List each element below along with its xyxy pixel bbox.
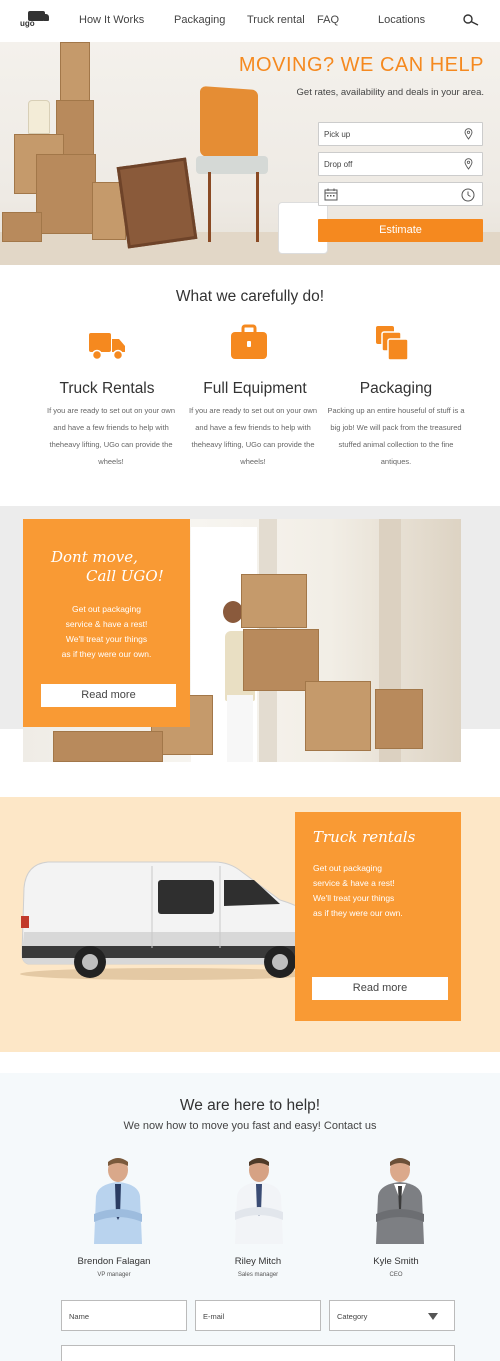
avatar [235, 1158, 283, 1244]
promo-body-line: service & have a rest! [65, 619, 148, 629]
nav-link-truck-rental[interactable]: Truck rental [247, 14, 305, 26]
promo-body-line: as if they were our own. [61, 649, 152, 659]
top-navigation: ugo How It Works Packaging Truck rental … [0, 0, 500, 42]
avatar [94, 1158, 142, 1244]
promo-card-truck-rentals: Truck rentals Get out packaging service … [295, 812, 461, 1021]
service-title-truck-rentals: Truck Rentals [59, 380, 155, 397]
team-member-name: Brendon Falagan [77, 1256, 151, 1267]
promo-heading-line-2: Call UGO! [86, 567, 164, 585]
location-pin-icon [464, 128, 473, 140]
team-member-name: Riley Mitch [234, 1256, 282, 1267]
team-title: We are here to help! [179, 1097, 321, 1114]
service-text-full-equipment: If you are ready to set out on your own … [189, 406, 317, 466]
team-member-role: VP manager [97, 1272, 131, 1278]
promo-body-line: service & have a rest! [313, 878, 395, 888]
chevron-down-icon [428, 1313, 438, 1320]
team-member-name: Kyle Smith [373, 1256, 419, 1267]
ugo-logo[interactable]: ugo [20, 10, 49, 30]
service-title-full-equipment: Full Equipment [203, 380, 307, 397]
toolbox-icon [231, 324, 267, 359]
hero-subtitle: Get rates, availability and deals in you… [296, 87, 484, 98]
nav-link-faq[interactable]: FAQ [317, 14, 339, 26]
email-field[interactable]: E-mail [195, 1300, 321, 1331]
truck-icon [89, 333, 125, 361]
floor-box-image [375, 689, 423, 749]
team-subtitle: We now how to move you fast and easy! Co… [123, 1120, 377, 1132]
floor-box-image [305, 681, 371, 751]
nav-link-locations[interactable]: Locations [378, 14, 425, 26]
promo-truck-body: Get out packaging service & have a rest!… [313, 861, 403, 921]
carried-box-image [241, 574, 307, 628]
promo-heading-line-1: Dont move, [51, 548, 138, 566]
logo-text: ugo [20, 19, 35, 28]
name-placeholder: Name [69, 1312, 90, 1321]
person-pants-image [227, 695, 253, 762]
promo-truck-heading: Truck rentals [313, 828, 416, 846]
team-member-role: CEO [389, 1272, 403, 1278]
promo-body-line: as if they were our own. [313, 908, 403, 918]
category-select[interactable]: Category [329, 1300, 455, 1331]
hero-chair-leg-image [256, 172, 259, 242]
team-member-role: Sales manager [237, 1272, 279, 1278]
hero-picture-frame-image [116, 157, 198, 249]
estimate-button[interactable]: Estimate [318, 219, 483, 242]
service-text-truck-rentals: If you are ready to set out on your own … [47, 406, 175, 466]
promo-body-line: Get out packaging [72, 604, 141, 614]
date-time-input[interactable] [318, 182, 483, 206]
calendar-icon[interactable] [324, 188, 338, 201]
email-placeholder: E-mail [203, 1312, 225, 1321]
category-label: Category [337, 1312, 368, 1321]
hero-chair-leg-image [208, 172, 211, 242]
location-pin-icon [464, 158, 473, 170]
promo-body-line: Get out packaging [313, 863, 382, 873]
service-title-packaging: Packaging [359, 380, 433, 397]
service-text-packaging: Packing up an entire houseful of stuff i… [327, 406, 465, 466]
cargo-van-image [20, 861, 323, 980]
services-title: What we carefully do! [175, 288, 325, 305]
search-icon[interactable] [463, 14, 479, 26]
message-field[interactable] [61, 1345, 455, 1361]
truck-read-more-button[interactable]: Read more [312, 977, 448, 1000]
dropoff-placeholder: Drop off [324, 160, 353, 169]
promo-body: Get out packaging service & have a rest!… [23, 602, 190, 662]
person-hair-image [223, 601, 243, 623]
hero-section: MOVING? WE CAN HELP Get rates, availabil… [0, 42, 500, 265]
hero-lamp-image [28, 100, 50, 134]
dropoff-input[interactable]: Drop off [318, 152, 483, 176]
name-field[interactable]: Name [61, 1300, 187, 1331]
hero-box-image [36, 154, 96, 234]
hero-title: MOVING? WE CAN HELP [238, 54, 484, 76]
avatar [376, 1158, 424, 1244]
pickup-input[interactable]: Pick up [318, 122, 483, 146]
pickup-placeholder: Pick up [324, 130, 351, 139]
nav-link-how-it-works[interactable]: How It Works [79, 14, 144, 26]
promo-body-line: We'll treat your things [65, 634, 148, 644]
nav-link-packaging[interactable]: Packaging [174, 14, 225, 26]
clock-icon[interactable] [461, 188, 475, 202]
hero-box-image [2, 212, 42, 242]
promo-card-dont-move: Dont move, Call UGO! Get out packaging s… [23, 519, 190, 727]
floor-box-image [53, 731, 163, 762]
stacked-boxes-icon [376, 326, 409, 361]
promo-body-line: We'll treat your things [313, 893, 395, 903]
read-more-button[interactable]: Read more [41, 684, 176, 707]
